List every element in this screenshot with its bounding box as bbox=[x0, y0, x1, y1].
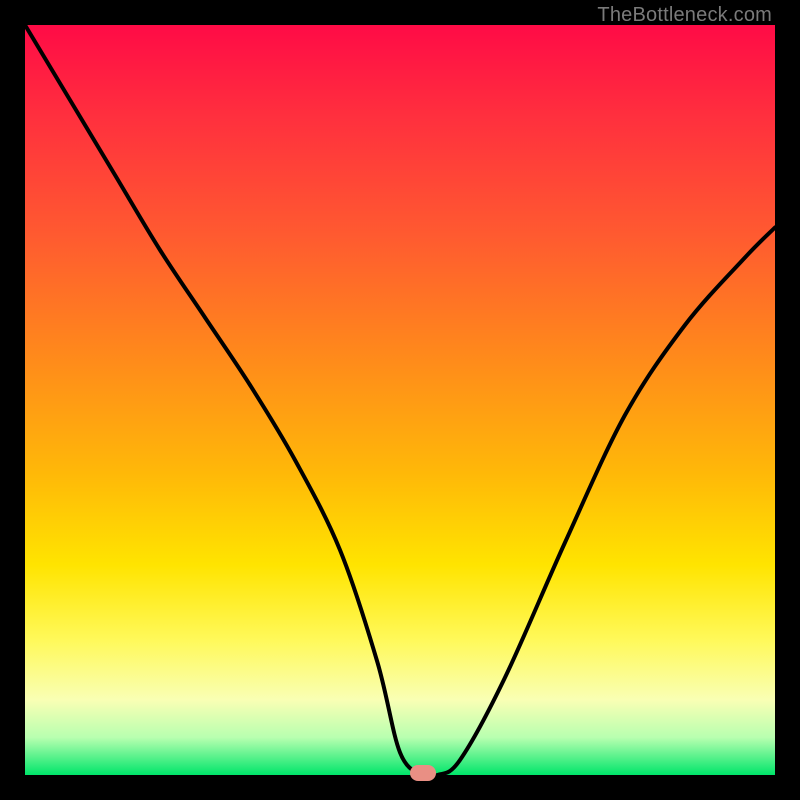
chart-frame: TheBottleneck.com bbox=[0, 0, 800, 800]
optimum-marker bbox=[410, 765, 436, 781]
watermark-text: TheBottleneck.com bbox=[597, 4, 772, 27]
bottleneck-curve bbox=[25, 25, 775, 775]
plot-area bbox=[25, 25, 775, 775]
